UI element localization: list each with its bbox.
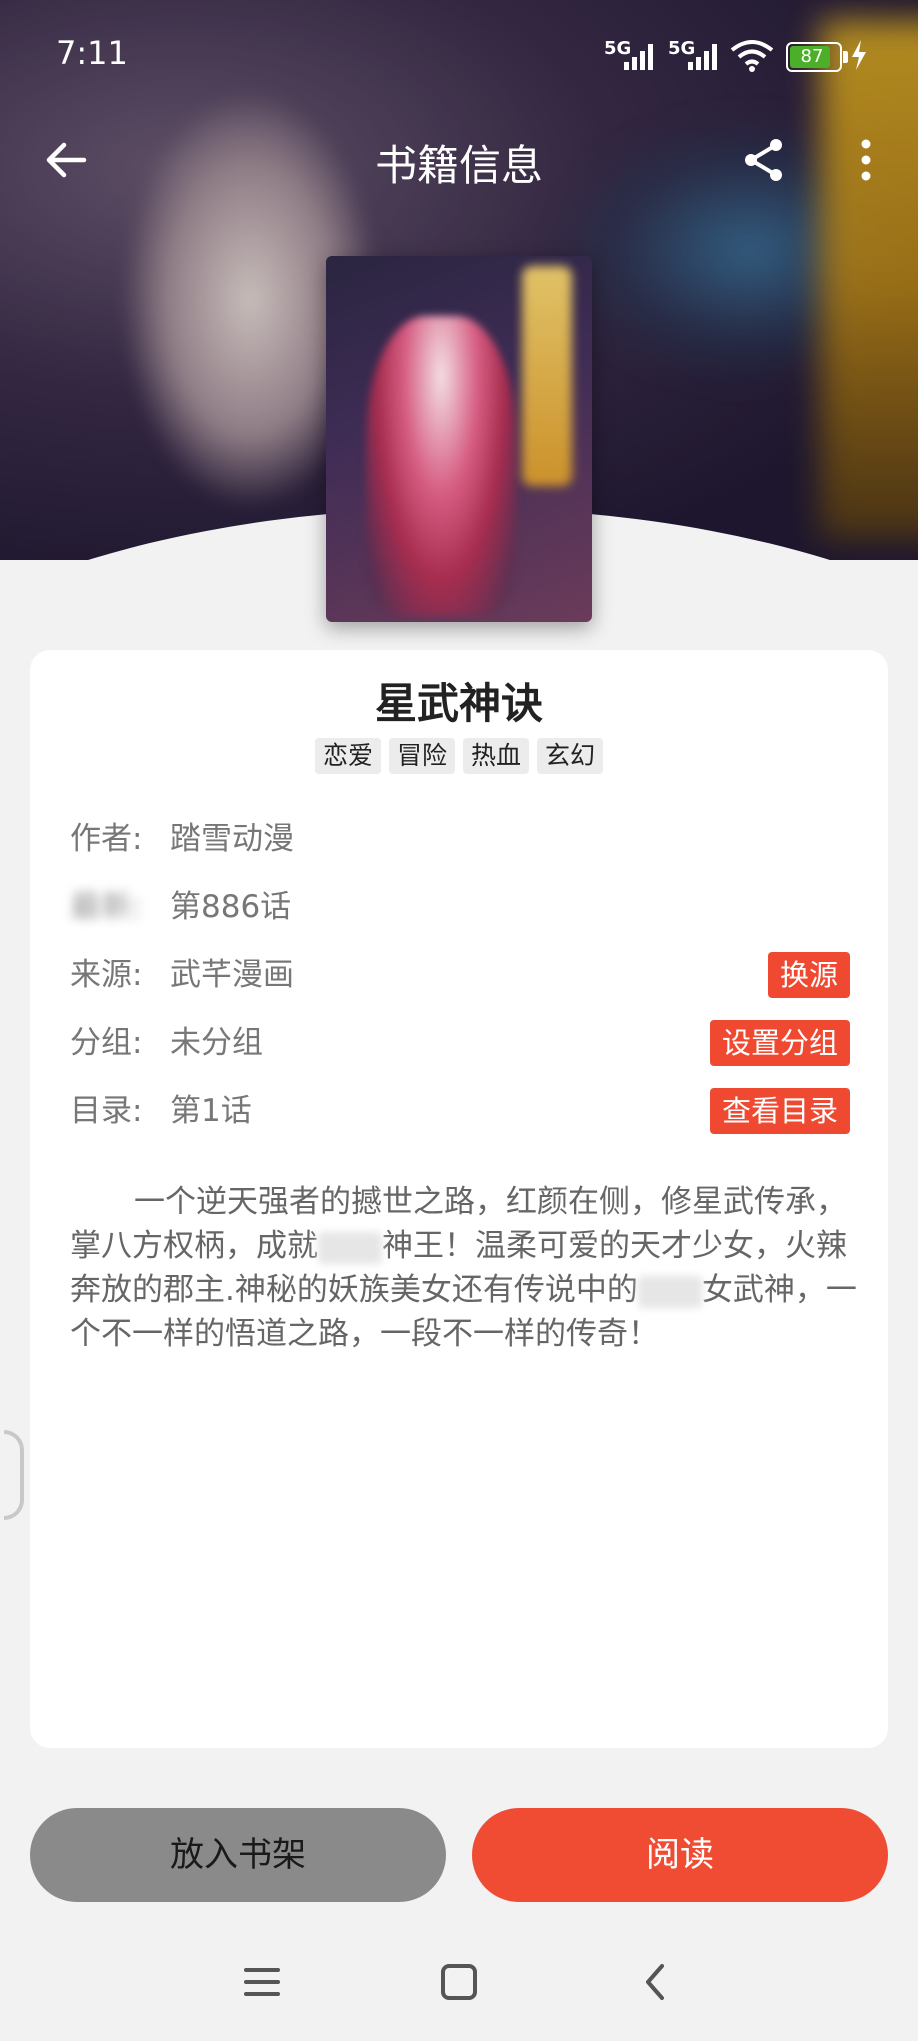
author-value: 踏雪动漫 — [170, 821, 294, 857]
wifi-icon — [730, 40, 774, 72]
latest-row: 最新: 第886话 — [70, 880, 850, 934]
tag: 冒险 — [388, 738, 455, 774]
latest-label: 最新: — [70, 889, 143, 925]
change-source-button[interactable]: 换源 — [767, 952, 850, 998]
set-group-button[interactable]: 设置分组 — [709, 1020, 850, 1066]
book-title: 星武神诀 — [374, 679, 543, 728]
book-cover[interactable] — [326, 256, 592, 622]
share-icon[interactable] — [738, 134, 790, 186]
status-bar: 7:11 5G 5G 87 — [0, 0, 918, 110]
system-nav-bar — [0, 1940, 918, 2020]
battery-level: 87 — [800, 46, 824, 67]
signal-bars-2-icon — [688, 44, 720, 70]
blurred-text — [318, 1231, 382, 1264]
toc-row: 目录: 第1话 查看目录 — [70, 1084, 850, 1138]
source-row: 来源: 武芊漫画 换源 — [70, 948, 850, 1002]
tag: 热血 — [463, 738, 530, 774]
more-vertical-icon[interactable] — [840, 134, 892, 186]
battery-icon: 87 — [786, 42, 848, 72]
menu-icon[interactable] — [240, 1960, 284, 2004]
group-value: 未分组 — [170, 1025, 263, 1061]
signal-bars-1-icon — [624, 44, 656, 70]
tag: 恋爱 — [314, 738, 381, 774]
blurred-text — [637, 1275, 702, 1308]
top-nav: 书籍信息 — [0, 110, 918, 210]
author-row: 作者: 踏雪动漫 — [70, 812, 850, 866]
tag-list: 恋爱 冒险 热血 玄幻 — [30, 738, 888, 774]
toc-label: 目录: — [70, 1093, 143, 1129]
group-label: 分组: — [70, 1025, 143, 1061]
view-toc-button[interactable]: 查看目录 — [709, 1088, 850, 1134]
back-icon[interactable] — [634, 1960, 678, 2004]
charging-icon — [852, 40, 866, 70]
author-label: 作者: — [70, 821, 143, 857]
tag: 玄幻 — [537, 738, 604, 774]
toc-value: 第1话 — [170, 1093, 252, 1129]
source-label: 来源: — [70, 957, 143, 993]
latest-value: 第886话 — [170, 889, 292, 925]
read-button[interactable]: 阅读 — [472, 1808, 888, 1902]
book-description: 一个逆天强者的撼世之路，红颜在侧，修星武传承，掌八方权柄，成就 神王！温柔可爱的天… — [70, 1184, 857, 1352]
status-time: 7:11 — [56, 34, 128, 72]
group-row: 分组: 未分组 设置分组 — [70, 1016, 850, 1070]
add-to-shelf-button[interactable]: 放入书架 — [30, 1808, 446, 1902]
source-value: 武芊漫画 — [170, 957, 294, 993]
book-info-card: 星武神诀 恋爱 冒险 热血 玄幻 作者: 踏雪动漫 最新: 第886话 来源: 武芊漫… — [30, 650, 888, 1748]
side-gesture-handle[interactable] — [4, 1430, 24, 1520]
home-icon[interactable] — [437, 1960, 481, 2004]
